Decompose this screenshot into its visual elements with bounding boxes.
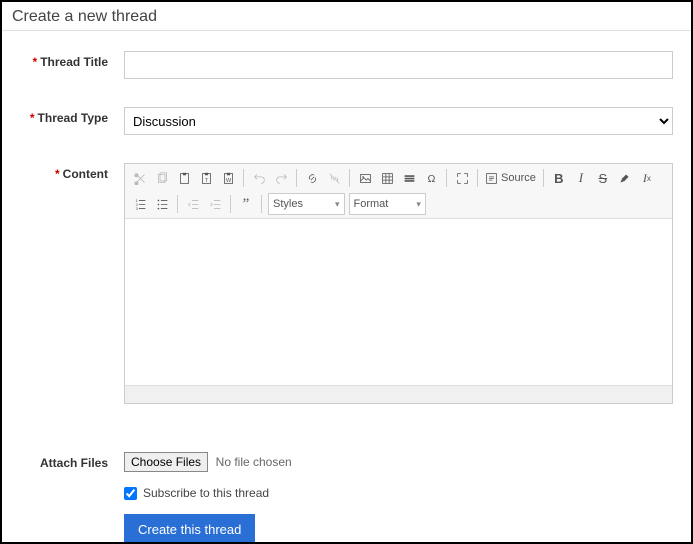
- paste-word-icon[interactable]: W: [217, 167, 239, 189]
- styles-dropdown[interactable]: Styles ▾: [268, 193, 345, 215]
- subscribe-checkbox[interactable]: [124, 487, 137, 500]
- content-textarea[interactable]: [125, 219, 672, 385]
- label-thread-type: *Thread Type: [12, 107, 124, 135]
- cut-icon[interactable]: [129, 167, 151, 189]
- svg-text:3: 3: [135, 206, 138, 211]
- svg-text:Ω: Ω: [427, 172, 435, 184]
- form-body: *Thread Title *Thread Type Discussion *C…: [2, 31, 691, 544]
- copy-icon[interactable]: [151, 167, 173, 189]
- rich-text-editor: T W Ω: [124, 163, 673, 404]
- special-char-icon[interactable]: Ω: [420, 167, 442, 189]
- blockquote-icon[interactable]: ”: [235, 193, 257, 215]
- horizontal-rule-icon[interactable]: [398, 167, 420, 189]
- editor-statusbar: [125, 385, 672, 403]
- svg-text:W: W: [225, 177, 231, 183]
- row-thread-title: *Thread Title: [12, 51, 681, 79]
- label-content: *Content: [12, 163, 124, 404]
- choose-files-button[interactable]: Choose Files: [124, 452, 208, 472]
- remove-format-icon[interactable]: Ix: [636, 167, 658, 189]
- row-submit: Create this thread: [12, 514, 681, 544]
- bold-icon[interactable]: B: [548, 167, 570, 189]
- chevron-down-icon: ▾: [335, 199, 340, 210]
- bulleted-list-icon[interactable]: [151, 193, 173, 215]
- create-thread-form: Create a new thread *Thread Title *Threa…: [0, 0, 693, 544]
- strikethrough-icon[interactable]: S: [592, 167, 614, 189]
- toolbar-separator: [243, 169, 244, 187]
- row-content: *Content T W: [12, 163, 681, 404]
- row-thread-type: *Thread Type Discussion: [12, 107, 681, 135]
- label-thread-title: *Thread Title: [12, 51, 124, 79]
- label-attach-files: Attach Files: [12, 452, 124, 472]
- image-icon[interactable]: [354, 167, 376, 189]
- toolbar-separator: [349, 169, 350, 187]
- toolbar-separator: [477, 169, 478, 187]
- chevron-down-icon: ▾: [416, 199, 421, 210]
- table-icon[interactable]: [376, 167, 398, 189]
- file-status-text: No file chosen: [216, 455, 292, 469]
- thread-type-select[interactable]: Discussion: [124, 107, 673, 135]
- required-asterisk: *: [30, 111, 35, 125]
- maximize-icon[interactable]: [451, 167, 473, 189]
- page-title: Create a new thread: [2, 2, 691, 31]
- paste-icon[interactable]: [173, 167, 195, 189]
- toolbar-separator: [543, 169, 544, 187]
- svg-text:T: T: [204, 177, 208, 183]
- subscribe-checkbox-label[interactable]: Subscribe to this thread: [124, 486, 673, 500]
- editor-toolbar: T W Ω: [125, 164, 672, 219]
- outdent-icon[interactable]: [182, 193, 204, 215]
- italic-icon[interactable]: I: [570, 167, 592, 189]
- toolbar-separator: [261, 195, 262, 213]
- row-subscribe: Subscribe to this thread: [12, 486, 681, 500]
- thread-title-input[interactable]: [124, 51, 673, 79]
- required-asterisk: *: [55, 167, 60, 181]
- link-icon[interactable]: [301, 167, 323, 189]
- format-dropdown[interactable]: Format ▾: [349, 193, 426, 215]
- toolbar-separator: [177, 195, 178, 213]
- create-thread-button[interactable]: Create this thread: [124, 514, 255, 544]
- source-button[interactable]: Source: [482, 167, 539, 189]
- highlight-icon[interactable]: [614, 167, 636, 189]
- paste-text-icon[interactable]: T: [195, 167, 217, 189]
- toolbar-separator: [230, 195, 231, 213]
- numbered-list-icon[interactable]: 123: [129, 193, 151, 215]
- toolbar-separator: [446, 169, 447, 187]
- row-attach-files: Attach Files Choose Files No file chosen: [12, 452, 681, 472]
- undo-icon[interactable]: [248, 167, 270, 189]
- required-asterisk: *: [33, 55, 38, 69]
- unlink-icon[interactable]: [323, 167, 345, 189]
- indent-icon[interactable]: [204, 193, 226, 215]
- toolbar-separator: [296, 169, 297, 187]
- redo-icon[interactable]: [270, 167, 292, 189]
